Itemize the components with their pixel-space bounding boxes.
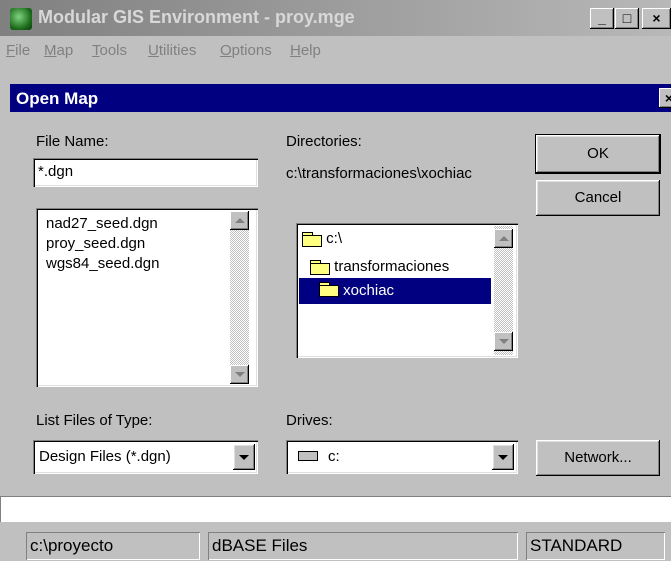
status-directory: c:\proyecto xyxy=(26,532,200,560)
status-bar: c:\proyecto dBASE Files STANDARD xyxy=(0,524,671,561)
current-directory: c:\transformaciones\xochiac xyxy=(286,165,472,182)
file-list[interactable]: nad27_seed.dgn proy_seed.dgn wgs84_seed.… xyxy=(36,208,258,387)
dialog-title-bar[interactable]: Open Map × xyxy=(10,84,671,112)
folder-open-icon xyxy=(310,259,330,275)
directory-item-root[interactable]: c:\ xyxy=(302,229,342,249)
file-list-item[interactable]: wgs84_seed.dgn xyxy=(46,254,159,274)
menu-help[interactable]: Help xyxy=(290,42,321,59)
scroll-up-icon[interactable] xyxy=(494,229,513,248)
file-type-select[interactable]: Design Files (*.dgn) xyxy=(33,440,258,474)
file-type-value: Design Files (*.dgn) xyxy=(39,448,171,465)
file-list-item[interactable]: nad27_seed.dgn xyxy=(46,214,158,234)
status-database: dBASE Files xyxy=(208,532,518,560)
file-list-scrollbar[interactable] xyxy=(230,211,249,384)
drive-icon xyxy=(298,451,318,461)
directory-item-xochiac[interactable]: xochiac xyxy=(299,278,491,304)
minimize-button[interactable]: _ xyxy=(590,8,614,29)
scroll-up-icon[interactable] xyxy=(230,211,249,230)
dialog-title: Open Map xyxy=(16,89,99,108)
cancel-button[interactable]: Cancel xyxy=(536,180,660,216)
scroll-down-icon[interactable] xyxy=(494,332,513,351)
folder-open-icon xyxy=(319,282,339,298)
app-icon[interactable] xyxy=(10,8,32,30)
file-type-label: List Files of Type: xyxy=(36,412,153,429)
menu-options[interactable]: Options xyxy=(220,42,272,59)
file-name-value: *.dgn xyxy=(38,163,74,180)
drive-select[interactable]: c: xyxy=(286,440,518,474)
directory-item-transformaciones[interactable]: transformaciones xyxy=(310,257,449,277)
directory-tree[interactable]: c:\ transformaciones xochiac xyxy=(296,223,518,358)
scroll-down-icon[interactable] xyxy=(230,365,249,384)
dialog-close-button[interactable]: × xyxy=(659,88,671,108)
ok-button[interactable]: OK xyxy=(536,135,660,173)
file-name-input[interactable]: *.dgn xyxy=(33,158,258,187)
dropdown-arrow-icon[interactable] xyxy=(492,444,514,470)
file-list-item[interactable]: proy_seed.dgn xyxy=(46,234,145,254)
menu-bar: File Map Tools Utilities Options Help xyxy=(0,36,671,66)
maximize-button[interactable]: □ xyxy=(615,8,639,29)
menu-utilities[interactable]: Utilities xyxy=(148,42,196,59)
menu-tools[interactable]: Tools xyxy=(92,42,127,59)
directories-label: Directories: xyxy=(286,133,362,150)
drive-value: c: xyxy=(328,448,340,465)
main-title-bar[interactable]: Modular GIS Environment - proy.mge _ □ × xyxy=(0,0,671,36)
menu-file[interactable]: File xyxy=(6,42,30,59)
menu-map[interactable]: Map xyxy=(44,42,73,59)
window-title: Modular GIS Environment - proy.mge xyxy=(38,7,355,27)
message-strip xyxy=(0,496,671,522)
dropdown-arrow-icon[interactable] xyxy=(233,444,255,470)
status-mode: STANDARD xyxy=(526,532,665,560)
network-button[interactable]: Network... xyxy=(536,440,660,476)
file-name-label: File Name: xyxy=(36,133,109,150)
folder-open-icon xyxy=(302,231,322,247)
directory-tree-scrollbar[interactable] xyxy=(494,226,513,355)
drives-label: Drives: xyxy=(286,412,333,429)
close-button[interactable]: × xyxy=(642,8,671,29)
